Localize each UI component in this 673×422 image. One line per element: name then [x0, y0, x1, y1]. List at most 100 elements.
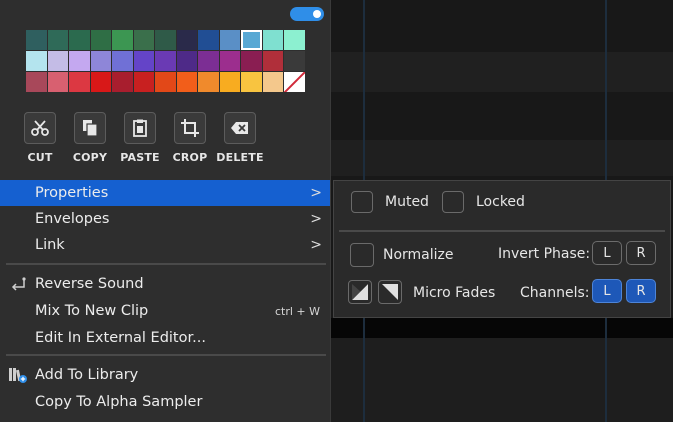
color-swatch[interactable] [284, 30, 305, 50]
color-swatch[interactable] [112, 30, 133, 50]
color-swatch[interactable] [69, 51, 90, 71]
menu-item-label: Edit In External Editor... [35, 330, 206, 346]
menu-item-label: Reverse Sound [35, 276, 144, 292]
color-swatch[interactable] [155, 30, 176, 50]
normalize-checkbox[interactable] [350, 243, 374, 267]
library-icon [9, 368, 27, 383]
menu-item-mix-to-new-clip[interactable]: Mix To New Clip ctrl + W [0, 298, 330, 324]
context-menu: CUT COPY PASTE CROP DELETE Properties > … [0, 0, 331, 422]
color-swatch[interactable] [155, 72, 176, 92]
color-swatch[interactable] [198, 72, 219, 92]
backspace-icon [231, 122, 248, 134]
color-swatch[interactable] [241, 72, 262, 92]
channels-label: Channels: [520, 285, 590, 301]
color-swatch[interactable] [219, 72, 240, 92]
menu-item-label: Properties [35, 185, 109, 201]
channel-right-button[interactable]: R [626, 279, 656, 303]
color-swatch[interactable] [69, 30, 90, 50]
chevron-right-icon: > [310, 211, 322, 227]
color-swatch[interactable] [219, 51, 240, 71]
color-swatch[interactable] [69, 72, 90, 92]
fade-in-button[interactable] [348, 280, 372, 304]
channel-left-button[interactable]: L [592, 279, 622, 303]
muted-checkbox[interactable] [351, 191, 373, 213]
color-swatch[interactable] [47, 51, 68, 71]
color-swatch[interactable] [90, 51, 111, 71]
color-swatch[interactable] [90, 30, 111, 50]
menu-item-label: Mix To New Clip [35, 303, 149, 319]
track-lane [330, 52, 673, 92]
menu-item-properties[interactable]: Properties > [0, 180, 330, 206]
invert-phase-label: Invert Phase: [498, 246, 591, 262]
normalize-label: Normalize [383, 247, 454, 263]
toggle-knob [313, 10, 321, 18]
properties-submenu: Muted Locked Normalize Invert Phase: L R… [333, 180, 671, 318]
color-swatch[interactable] [198, 51, 219, 71]
track-lane [330, 140, 673, 176]
color-swatch[interactable] [262, 30, 283, 50]
menu-divider [6, 263, 326, 265]
fade-out-icon [382, 284, 398, 300]
crop-icon [181, 119, 199, 137]
clipboard-icon [133, 119, 147, 137]
color-swatch[interactable] [241, 30, 262, 50]
menu-item-label: Add To Library [35, 367, 139, 383]
fade-in-icon [352, 284, 368, 300]
menu-item-reverse-sound[interactable]: Reverse Sound [0, 271, 330, 297]
muted-label: Muted [385, 194, 429, 210]
copy-icon [83, 120, 98, 137]
delete-button[interactable]: DELETE [210, 112, 270, 164]
palette-toggle[interactable] [290, 7, 324, 21]
color-swatch[interactable] [176, 51, 197, 71]
menu-item-add-to-library[interactable]: Add To Library [0, 362, 330, 388]
menu-item-label: Copy To Alpha Sampler [35, 394, 203, 410]
submenu-divider [339, 230, 665, 232]
palette-row [26, 30, 306, 50]
color-swatch[interactable] [133, 51, 154, 71]
color-swatch[interactable] [155, 51, 176, 71]
chevron-right-icon: > [310, 237, 322, 253]
locked-label: Locked [476, 194, 525, 210]
color-swatch[interactable] [219, 30, 240, 50]
menu-item-label: Link [35, 237, 65, 253]
menu-item-link[interactable]: Link > [0, 232, 330, 258]
color-swatch[interactable] [26, 72, 47, 92]
edit-toolbar: CUT COPY PASTE CROP DELETE [20, 112, 320, 168]
track-lane [330, 318, 673, 338]
color-swatch[interactable] [47, 30, 68, 50]
color-swatch[interactable] [262, 51, 283, 71]
color-swatch[interactable] [133, 30, 154, 50]
shortcut-label: ctrl + W [274, 304, 320, 318]
menu-item-copy-to-alpha-sampler[interactable]: Copy To Alpha Sampler [0, 389, 330, 415]
invert-phase-right-button[interactable]: R [626, 241, 656, 265]
fade-out-button[interactable] [378, 280, 402, 304]
palette-row [26, 51, 306, 71]
menu-item-edit-external[interactable]: Edit In External Editor... [0, 325, 330, 351]
color-swatch[interactable] [262, 72, 283, 92]
color-palette [26, 30, 306, 93]
color-swatch[interactable] [198, 30, 219, 50]
menu-divider [6, 354, 326, 356]
reverse-icon [11, 277, 26, 291]
color-swatch[interactable] [284, 51, 305, 71]
delete-label: DELETE [216, 151, 264, 164]
color-swatch[interactable] [26, 30, 47, 50]
color-swatch[interactable] [90, 72, 111, 92]
no-color-swatch[interactable] [284, 72, 305, 92]
locked-checkbox[interactable] [442, 191, 464, 213]
color-swatch[interactable] [112, 51, 133, 71]
color-swatch[interactable] [241, 51, 262, 71]
color-swatch[interactable] [47, 72, 68, 92]
menu-item-label: Envelopes [35, 211, 110, 227]
chevron-right-icon: > [310, 185, 322, 201]
scissors-icon [31, 120, 49, 136]
color-swatch[interactable] [176, 30, 197, 50]
menu-item-envelopes[interactable]: Envelopes > [0, 206, 330, 232]
invert-phase-left-button[interactable]: L [592, 241, 622, 265]
micro-fades-label: Micro Fades [413, 285, 496, 301]
color-swatch[interactable] [176, 72, 197, 92]
track-lane [330, 338, 673, 422]
color-swatch[interactable] [112, 72, 133, 92]
color-swatch[interactable] [133, 72, 154, 92]
color-swatch[interactable] [26, 51, 47, 71]
